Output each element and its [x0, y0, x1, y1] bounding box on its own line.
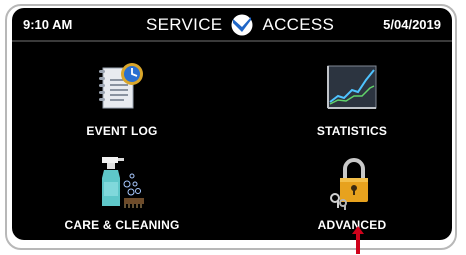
up-arrow-icon [352, 226, 364, 254]
event-log-label: EVENT LOG [86, 124, 158, 138]
statistics-label: STATISTICS [316, 124, 388, 138]
spray-bottle-brush-icon [102, 157, 144, 208]
clock-time: 9:10 AM [23, 17, 73, 32]
title-access: ACCESS [262, 15, 335, 34]
title-service: SERVICE [146, 15, 223, 34]
clock-date: 5/04/2019 [383, 17, 441, 32]
care-cleaning-label: CARE & CLEANING [64, 218, 180, 232]
page-title: SERVICE ACCESS [146, 12, 334, 38]
padlock-keys-icon [330, 158, 368, 210]
header-divider [12, 40, 452, 42]
check-badge-icon [231, 14, 253, 36]
statistics-button[interactable]: STATISTICS [262, 60, 442, 146]
event-log-button[interactable]: EVENT LOG [32, 60, 212, 146]
line-graph-icon [327, 65, 377, 109]
clipboard-clock-icon [99, 63, 143, 109]
touch-screen: 9:10 AM SERVICE ACCESS 5/04/2019 EVENT L… [12, 8, 452, 240]
care-cleaning-button[interactable]: CARE & CLEANING [32, 154, 212, 240]
header-bar: 9:10 AM SERVICE ACCESS 5/04/2019 [12, 8, 452, 40]
